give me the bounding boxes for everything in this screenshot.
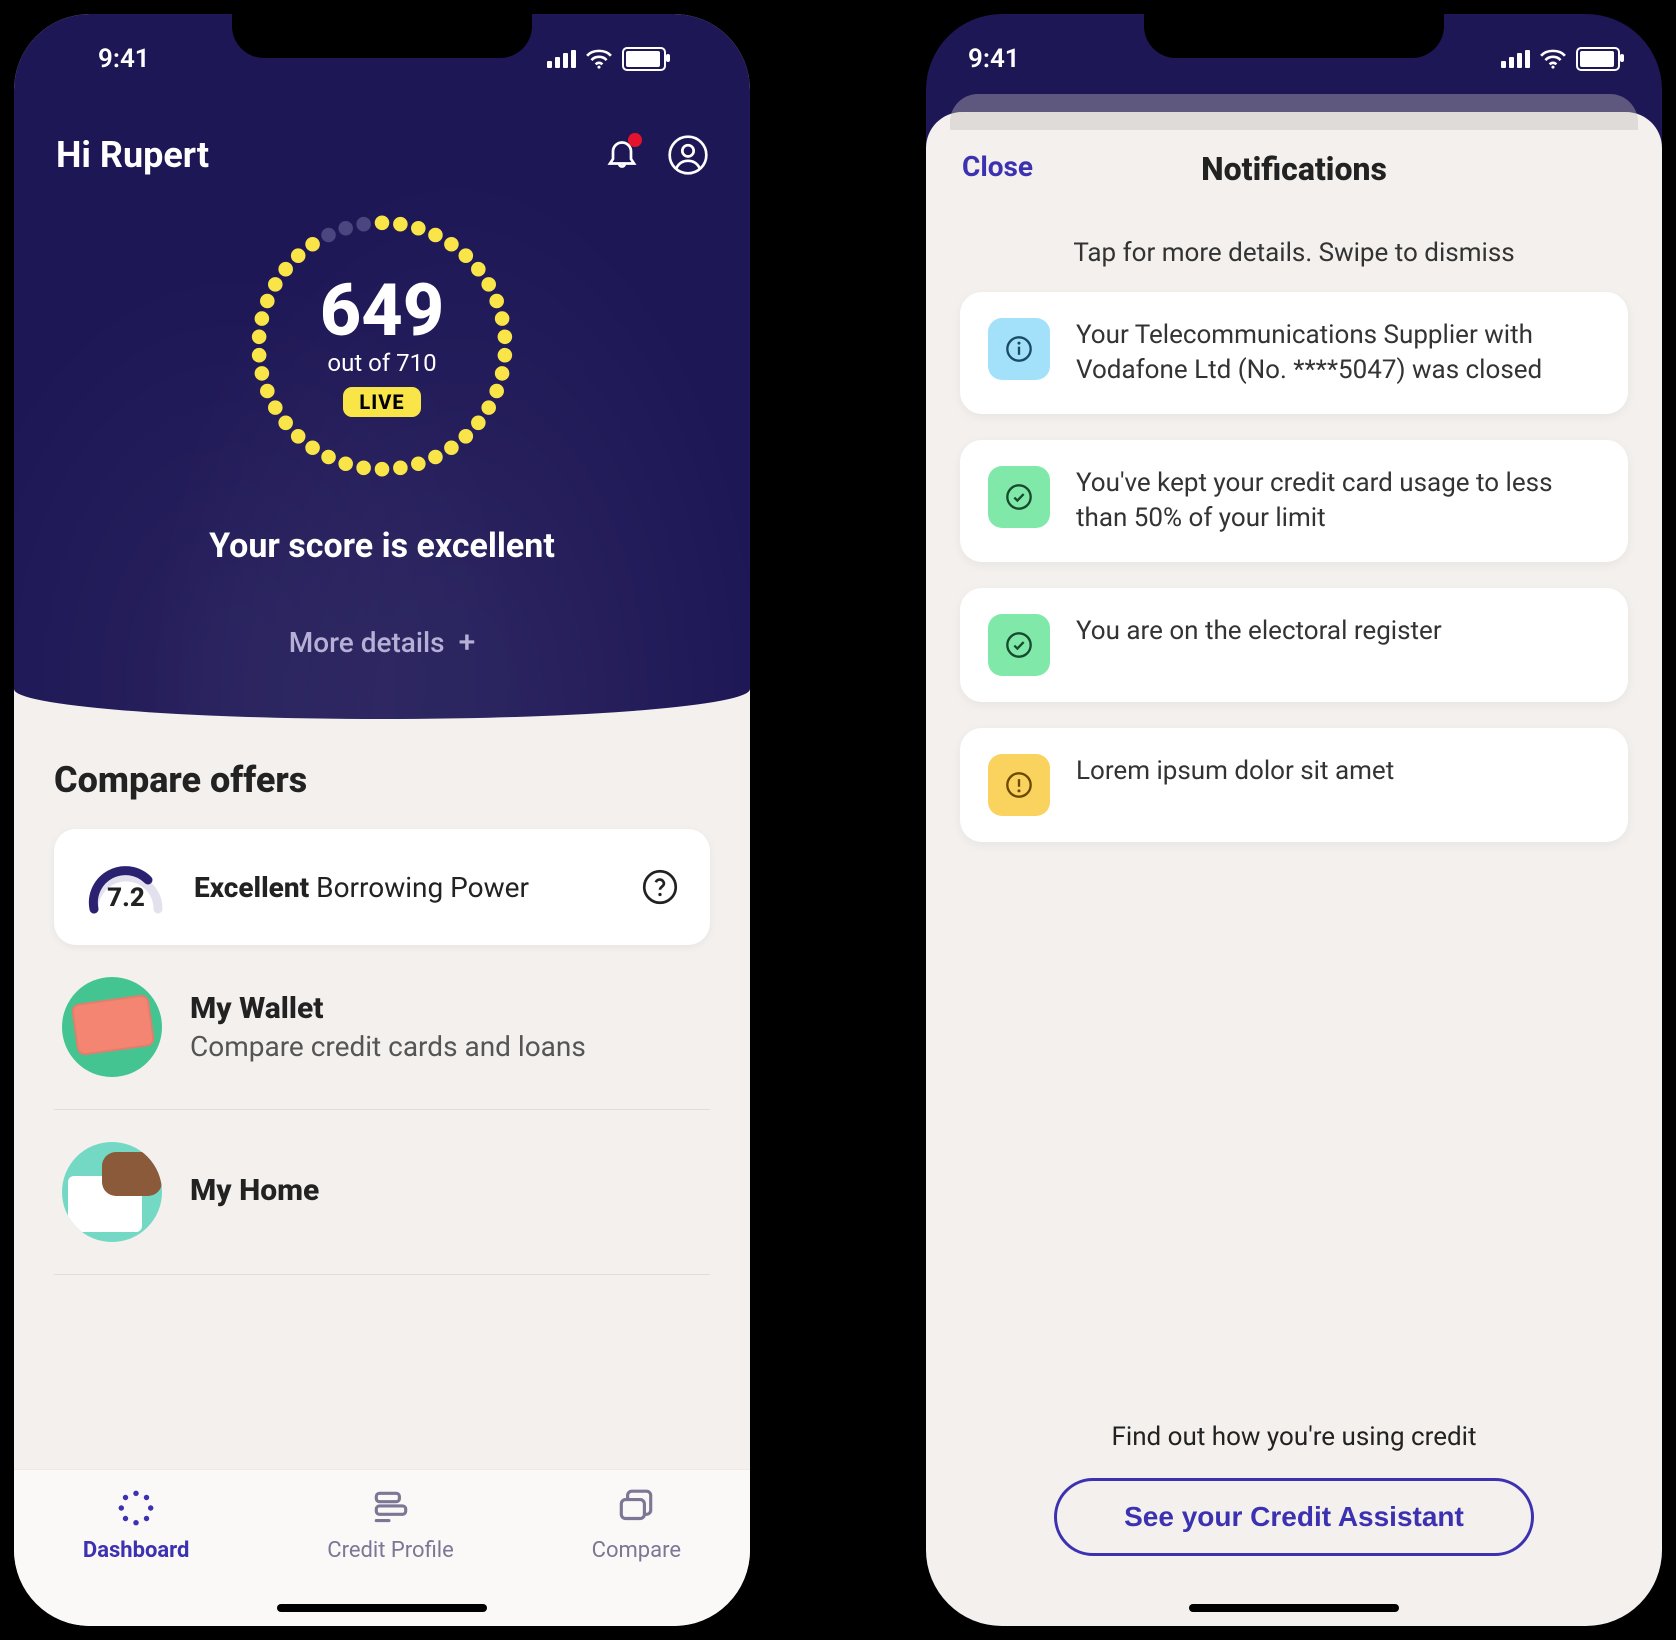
notification-text: You are on the electoral register (1076, 614, 1442, 649)
tab-label: Compare (592, 1538, 681, 1563)
notification-list: Your Telecommunications Supplier with Vo… (926, 292, 1662, 842)
plus-icon: + (459, 628, 476, 658)
notification-badge (628, 133, 642, 147)
compare-icon (614, 1486, 658, 1530)
check-icon (988, 466, 1050, 528)
offer-wallet[interactable]: My Wallet Compare credit cards and loans (54, 945, 710, 1110)
phone-dashboard: 9:41 Hi Rupert (0, 0, 764, 1640)
battery-icon (1576, 47, 1620, 71)
phone-notifications: 9:41 Close Notifications Tap for more de… (912, 0, 1676, 1640)
notification-item[interactable]: You've kept your credit card usage to le… (960, 440, 1628, 562)
tab-label: Dashboard (83, 1538, 190, 1563)
offer-home[interactable]: My Home (54, 1110, 710, 1275)
credit-score-ring[interactable]: 649 out of 710 LIVE (56, 206, 708, 486)
compare-offers-section: Compare offers 7.2 Excellent Borrowing P… (14, 719, 750, 1275)
offer-title: My Wallet (190, 991, 586, 1026)
signal-icon (1501, 50, 1530, 68)
home-indicator[interactable] (277, 1604, 487, 1612)
status-time: 9:41 (98, 44, 150, 74)
borrowing-power-value: 7.2 (107, 883, 145, 913)
tab-bar: Dashboard Credit Profile Compare (14, 1469, 750, 1626)
notification-text: Your Telecommunications Supplier with Vo… (1076, 318, 1600, 388)
home-icon (62, 1142, 162, 1242)
wifi-icon (586, 49, 612, 69)
credit-assistant-button[interactable]: See your Credit Assistant (1054, 1478, 1534, 1556)
sheet-title: Notifications (1201, 150, 1387, 188)
wifi-icon (1540, 49, 1566, 69)
tab-dashboard[interactable]: Dashboard (83, 1486, 190, 1563)
device-notch (232, 14, 532, 58)
home-indicator[interactable] (1189, 1604, 1399, 1612)
borrowing-power-text: Excellent Borrowing Power (194, 871, 614, 904)
offer-subtitle: Compare credit cards and loans (190, 1030, 586, 1063)
info-icon (988, 318, 1050, 380)
notification-text: You've kept your credit card usage to le… (1076, 466, 1600, 536)
offer-title: My Home (190, 1173, 319, 1208)
more-details-button[interactable]: More details + (56, 626, 708, 659)
notification-item[interactable]: Lorem ipsum dolor sit amet (960, 728, 1628, 842)
profile-button[interactable] (668, 135, 708, 175)
battery-icon (622, 47, 666, 71)
notifications-button[interactable] (604, 135, 640, 175)
dashboard-icon (114, 1486, 158, 1530)
borrowing-power-card[interactable]: 7.2 Excellent Borrowing Power (54, 829, 710, 945)
offers-title: Compare offers (54, 759, 710, 801)
help-icon[interactable] (642, 869, 678, 905)
score-message: Your score is excellent (56, 526, 708, 566)
footer-text: Find out how you're using credit (960, 1422, 1628, 1452)
check-icon (988, 614, 1050, 676)
credit-profile-icon (369, 1486, 413, 1530)
notification-item[interactable]: You are on the electoral register (960, 588, 1628, 702)
sheet-hint: Tap for more details. Swipe to dismiss (926, 238, 1662, 268)
notification-item[interactable]: Your Telecommunications Supplier with Vo… (960, 292, 1628, 414)
dashboard-hero: 9:41 Hi Rupert (14, 14, 750, 719)
device-notch (1144, 14, 1444, 58)
tab-compare[interactable]: Compare (592, 1486, 681, 1563)
close-button[interactable]: Close (962, 150, 1033, 183)
borrowing-power-gauge: 7.2 (86, 857, 166, 917)
status-time: 9:41 (968, 44, 1020, 74)
greeting: Hi Rupert (56, 134, 209, 176)
signal-icon (547, 50, 576, 68)
wallet-icon (62, 977, 162, 1077)
warning-icon (988, 754, 1050, 816)
tab-credit-profile[interactable]: Credit Profile (327, 1486, 454, 1563)
score-ring-dots (242, 206, 522, 486)
notification-text: Lorem ipsum dolor sit amet (1076, 754, 1394, 789)
notifications-sheet: Close Notifications Tap for more details… (926, 112, 1662, 1626)
more-details-label: More details (289, 626, 445, 659)
tab-label: Credit Profile (327, 1538, 454, 1563)
